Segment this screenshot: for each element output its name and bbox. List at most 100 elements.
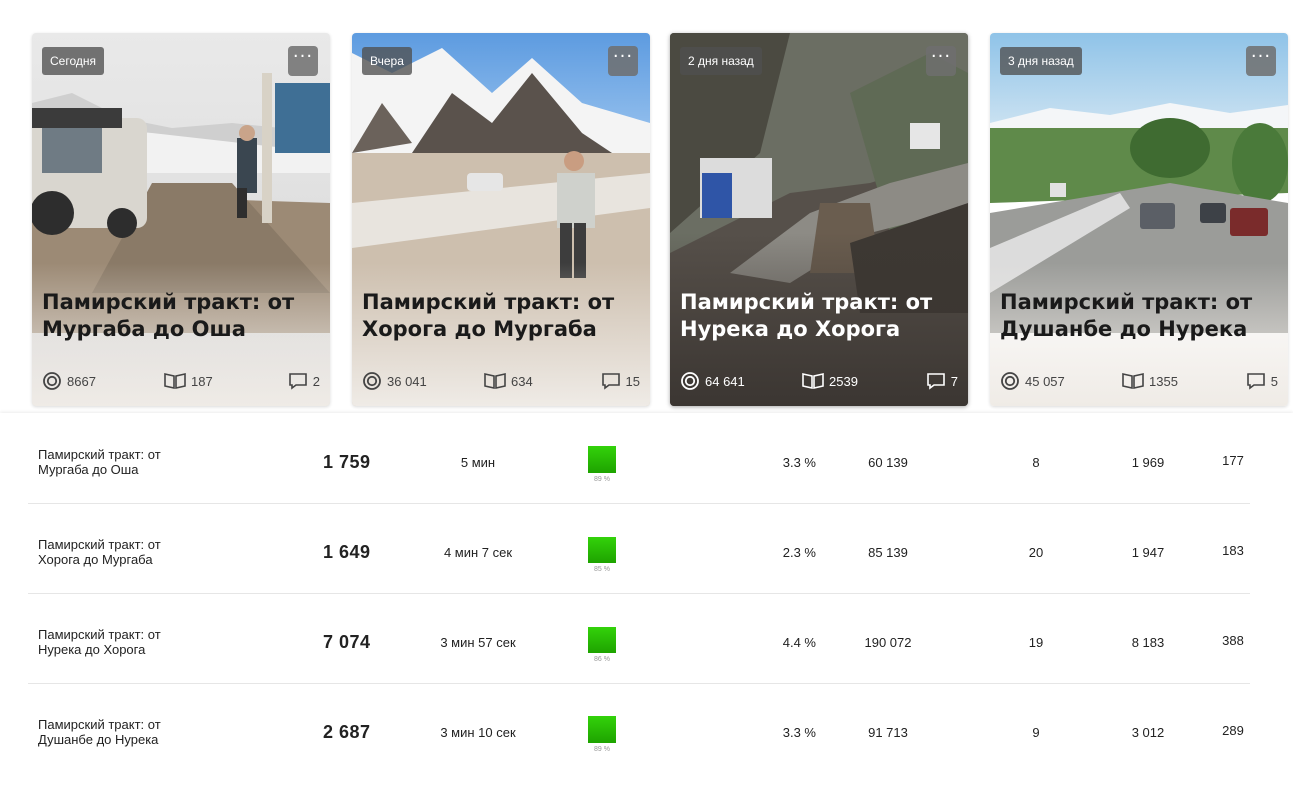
row-subscribers: 19	[1028, 635, 1044, 650]
book-icon	[484, 373, 506, 389]
card-title[interactable]: Памирский тракт: от Мургаба до Оша	[42, 289, 322, 343]
views-stat: 45 057	[1000, 370, 1065, 392]
row-title-line2: Душанбе до Нурека	[38, 732, 159, 747]
reads-stat: 1355	[1122, 370, 1178, 392]
book-icon	[164, 373, 186, 389]
comments-stat: 15	[601, 370, 640, 392]
views-count: 8667	[67, 373, 96, 389]
views-count: 45 057	[1025, 373, 1065, 389]
comments-count: 7	[950, 373, 958, 389]
row-shows: 91 713	[868, 725, 908, 740]
card-photo	[670, 33, 968, 406]
eye-icon	[1001, 372, 1019, 390]
row-ctr: 3.3 %	[782, 455, 816, 470]
reads-stat: 2539	[802, 370, 858, 392]
comment-icon	[1246, 373, 1265, 390]
row-title-line2: Мургаба до Оша	[38, 462, 139, 477]
reads-stat: 634	[484, 370, 533, 392]
row-read-time: 3 мин 57 сек	[440, 635, 516, 650]
reads-stat: 187	[164, 370, 213, 392]
more-dots-icon[interactable]: ···	[288, 46, 318, 76]
row-last: 183	[1222, 543, 1244, 558]
read-percent-bar: 89 %	[588, 716, 618, 753]
publication-card[interactable]: Вчера ··· Памирский тракт: от Хорога до …	[352, 33, 650, 406]
bar-percent-label: 89 %	[594, 746, 610, 753]
table-row[interactable]: Памирский тракт: от Мургаба до Оша 1 759 …	[28, 413, 1250, 504]
table-row[interactable]: Памирский тракт: от Душанбе до Нурека 2 6…	[28, 683, 1250, 773]
card-title[interactable]: Памирский тракт: от Душанбе до Нурека	[1000, 289, 1280, 343]
row-title-line2: Хорога до Мургаба	[38, 552, 153, 567]
date-badge: 2 дня назад	[680, 47, 762, 75]
eye-icon	[363, 372, 381, 390]
row-title[interactable]: Памирский тракт: от Хорога до Мургаба	[38, 537, 238, 567]
views-stat: 64 641	[680, 370, 745, 392]
row-subscribers: 9	[1032, 725, 1040, 740]
bar-percent-label: 89 %	[594, 476, 610, 483]
row-subscribers: 8	[1032, 455, 1040, 470]
row-clicks: 1 947	[1131, 545, 1165, 560]
reads-count: 1355	[1149, 373, 1178, 389]
publication-card[interactable]: 2 дня назад ··· Памирский тракт: от Нуре…	[670, 33, 968, 406]
card-stats: 64 641 2539 7	[680, 370, 960, 392]
reads-count: 634	[511, 373, 533, 389]
reads-count: 187	[191, 373, 213, 389]
bar-fill	[588, 627, 616, 653]
row-ctr: 2.3 %	[782, 545, 816, 560]
bar-fill	[588, 446, 616, 473]
row-read-time: 5 мин	[460, 455, 496, 470]
card-stats: 8667 187 2	[42, 370, 322, 392]
row-title[interactable]: Памирский тракт: от Нурека до Хорога	[38, 627, 238, 657]
views-count: 64 641	[705, 373, 745, 389]
read-percent-bar: 85 %	[588, 537, 618, 573]
publication-card[interactable]: Сегодня ··· Памирский тракт: от Мургаба …	[32, 33, 330, 406]
row-ctr: 3.3 %	[782, 725, 816, 740]
row-subscribers: 20	[1028, 545, 1044, 560]
row-title[interactable]: Памирский тракт: от Душанбе до Нурека	[38, 717, 238, 747]
row-title-line2: Нурека до Хорога	[38, 642, 146, 657]
row-title[interactable]: Памирский тракт: от Мургаба до Оша	[38, 447, 238, 477]
book-icon	[1122, 373, 1144, 389]
comment-icon	[601, 373, 620, 390]
more-dots-icon[interactable]: ···	[608, 46, 638, 76]
row-views: 1 649	[323, 542, 371, 562]
comment-icon	[288, 373, 307, 390]
read-percent-bar: 86 %	[588, 627, 618, 663]
row-views: 2 687	[323, 722, 371, 742]
comments-stat: 2	[288, 370, 320, 392]
card-stats: 45 057 1355 5	[1000, 370, 1280, 392]
row-last: 177	[1222, 453, 1244, 468]
views-stat: 8667	[42, 370, 96, 392]
stats-table: Памирский тракт: от Мургаба до Оша 1 759 …	[0, 413, 1293, 791]
table-row[interactable]: Памирский тракт: от Хорога до Мургаба 1 6…	[28, 503, 1250, 594]
row-last: 388	[1222, 633, 1244, 648]
bar-fill	[588, 716, 616, 743]
publication-cards-area: Сегодня ··· Памирский тракт: от Мургаба …	[0, 0, 1293, 420]
row-shows: 190 072	[864, 635, 912, 650]
row-read-time: 4 мин 7 сек	[443, 545, 513, 560]
row-clicks: 1 969	[1131, 455, 1165, 470]
card-stats: 36 041 634 15	[362, 370, 642, 392]
comments-count: 15	[625, 373, 640, 389]
read-percent-bar: 89 %	[588, 446, 618, 483]
row-read-time: 3 мин 10 сек	[440, 725, 516, 740]
book-icon	[802, 373, 824, 389]
row-clicks: 3 012	[1131, 725, 1165, 740]
bar-fill	[588, 537, 616, 563]
card-title[interactable]: Памирский тракт: от Нурека до Хорога	[680, 289, 960, 343]
card-title[interactable]: Памирский тракт: от Хорога до Мургаба	[362, 289, 642, 343]
row-views: 7 074	[323, 632, 371, 652]
publication-card[interactable]: 3 дня назад ··· Памирский тракт: от Душа…	[990, 33, 1288, 406]
row-shows: 85 139	[868, 545, 908, 560]
reads-count: 2539	[829, 373, 858, 389]
table-row[interactable]: Памирский тракт: от Нурека до Хорога 7 07…	[28, 593, 1250, 684]
bar-percent-label: 86 %	[594, 656, 610, 663]
card-photo	[990, 33, 1288, 406]
more-dots-icon[interactable]: ···	[1246, 46, 1276, 76]
row-title-line1: Памирский тракт: от	[38, 627, 161, 642]
more-dots-icon[interactable]: ···	[926, 46, 956, 76]
row-ctr: 4.4 %	[782, 635, 816, 650]
comments-stat: 5	[1246, 370, 1278, 392]
comment-icon	[926, 373, 945, 390]
eye-icon	[681, 372, 699, 390]
comments-count: 2	[312, 373, 320, 389]
